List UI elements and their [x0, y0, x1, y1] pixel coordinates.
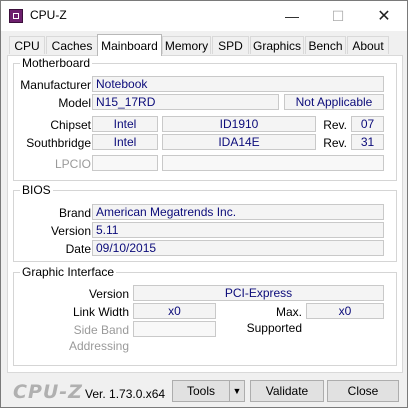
maximize-button[interactable]: ☐: [315, 1, 361, 31]
lpcio-label: LPCIO: [54, 157, 91, 171]
max-supported-field: x0: [306, 303, 384, 319]
model-extra-field: Not Applicable: [284, 94, 384, 110]
motherboard-group-title: Motherboard: [20, 56, 93, 70]
side-band-field: [133, 321, 216, 337]
cpuz-window: CPU-Z — ☐ ✕ CPU Caches Mainboard Memory …: [0, 0, 408, 408]
minimize-button[interactable]: —: [269, 1, 315, 31]
tools-button[interactable]: Tools: [172, 380, 230, 402]
chipset-label: Chipset: [50, 118, 91, 132]
tab-bench[interactable]: Bench: [305, 36, 346, 54]
link-width-label: Link Width: [72, 305, 129, 319]
side-band-label: Side Band Addressing: [68, 323, 129, 353]
model-label: Model: [58, 96, 91, 110]
version-text: Ver. 1.73.0.x64: [85, 387, 166, 401]
graphic-interface-group-title: Graphic Interface: [20, 265, 117, 279]
bios-group-title: BIOS: [20, 183, 53, 197]
mainboard-panel: Motherboard Manufacturer Notebook Model …: [7, 55, 403, 373]
tab-memory[interactable]: Memory: [162, 36, 211, 54]
close-button[interactable]: Close: [327, 380, 399, 402]
validate-button[interactable]: Validate: [250, 380, 324, 402]
bios-date-label: Date: [65, 242, 91, 256]
link-width-field: x0: [133, 303, 216, 319]
tab-about[interactable]: About: [347, 36, 389, 54]
cpuz-app-icon: [9, 9, 23, 23]
southbridge-rev-field: 31: [351, 134, 384, 150]
window-title: CPU-Z: [30, 8, 67, 22]
footer-bar: CPU-Z Ver. 1.73.0.x64 Tools ▼ Validate C…: [1, 375, 407, 407]
cpuz-brand-logo: CPU-Z: [13, 381, 83, 403]
tab-mainboard[interactable]: Mainboard: [97, 34, 162, 56]
bios-version-label: Version: [50, 224, 91, 238]
title-bar[interactable]: CPU-Z — ☐ ✕: [1, 1, 407, 31]
tab-cpu[interactable]: CPU: [9, 36, 45, 54]
chipset-name-field: ID1910: [162, 116, 316, 132]
lpcio-vendor-field: [92, 155, 158, 171]
motherboard-group: Motherboard Manufacturer Notebook Model …: [13, 56, 397, 181]
bios-version-field: 5.11: [92, 222, 384, 238]
gi-version-field: PCI-Express: [133, 285, 384, 301]
graphic-interface-group: Graphic Interface Version PCI-Express Li…: [13, 265, 397, 366]
tools-dropdown-arrow-icon[interactable]: ▼: [229, 380, 245, 402]
bios-brand-label: Brand: [58, 206, 91, 220]
southbridge-label: Southbridge: [26, 136, 91, 150]
bios-group: BIOS Brand American Megatrends Inc. Vers…: [13, 183, 397, 262]
chipset-rev-field: 07: [351, 116, 384, 132]
southbridge-rev-label: Rev.: [323, 136, 347, 150]
lpcio-name-field: [162, 155, 384, 171]
southbridge-name-field: IDA14E: [162, 134, 316, 150]
close-window-button[interactable]: ✕: [361, 1, 407, 31]
gi-version-label: Version: [88, 287, 129, 301]
tab-graphics[interactable]: Graphics: [250, 36, 304, 54]
chipset-vendor-field: Intel: [92, 116, 158, 132]
manufacturer-field: Notebook: [92, 76, 384, 92]
model-field: N15_17RD: [92, 94, 279, 110]
bios-brand-field: American Megatrends Inc.: [92, 204, 384, 220]
bios-date-field: 09/10/2015: [92, 240, 384, 256]
max-supported-label: Max. Supported: [246, 305, 302, 335]
tab-caches[interactable]: Caches: [46, 36, 98, 54]
southbridge-vendor-field: Intel: [92, 134, 158, 150]
tab-spd[interactable]: SPD: [212, 36, 249, 54]
chipset-rev-label: Rev.: [323, 118, 347, 132]
manufacturer-label: Manufacturer: [20, 78, 91, 92]
